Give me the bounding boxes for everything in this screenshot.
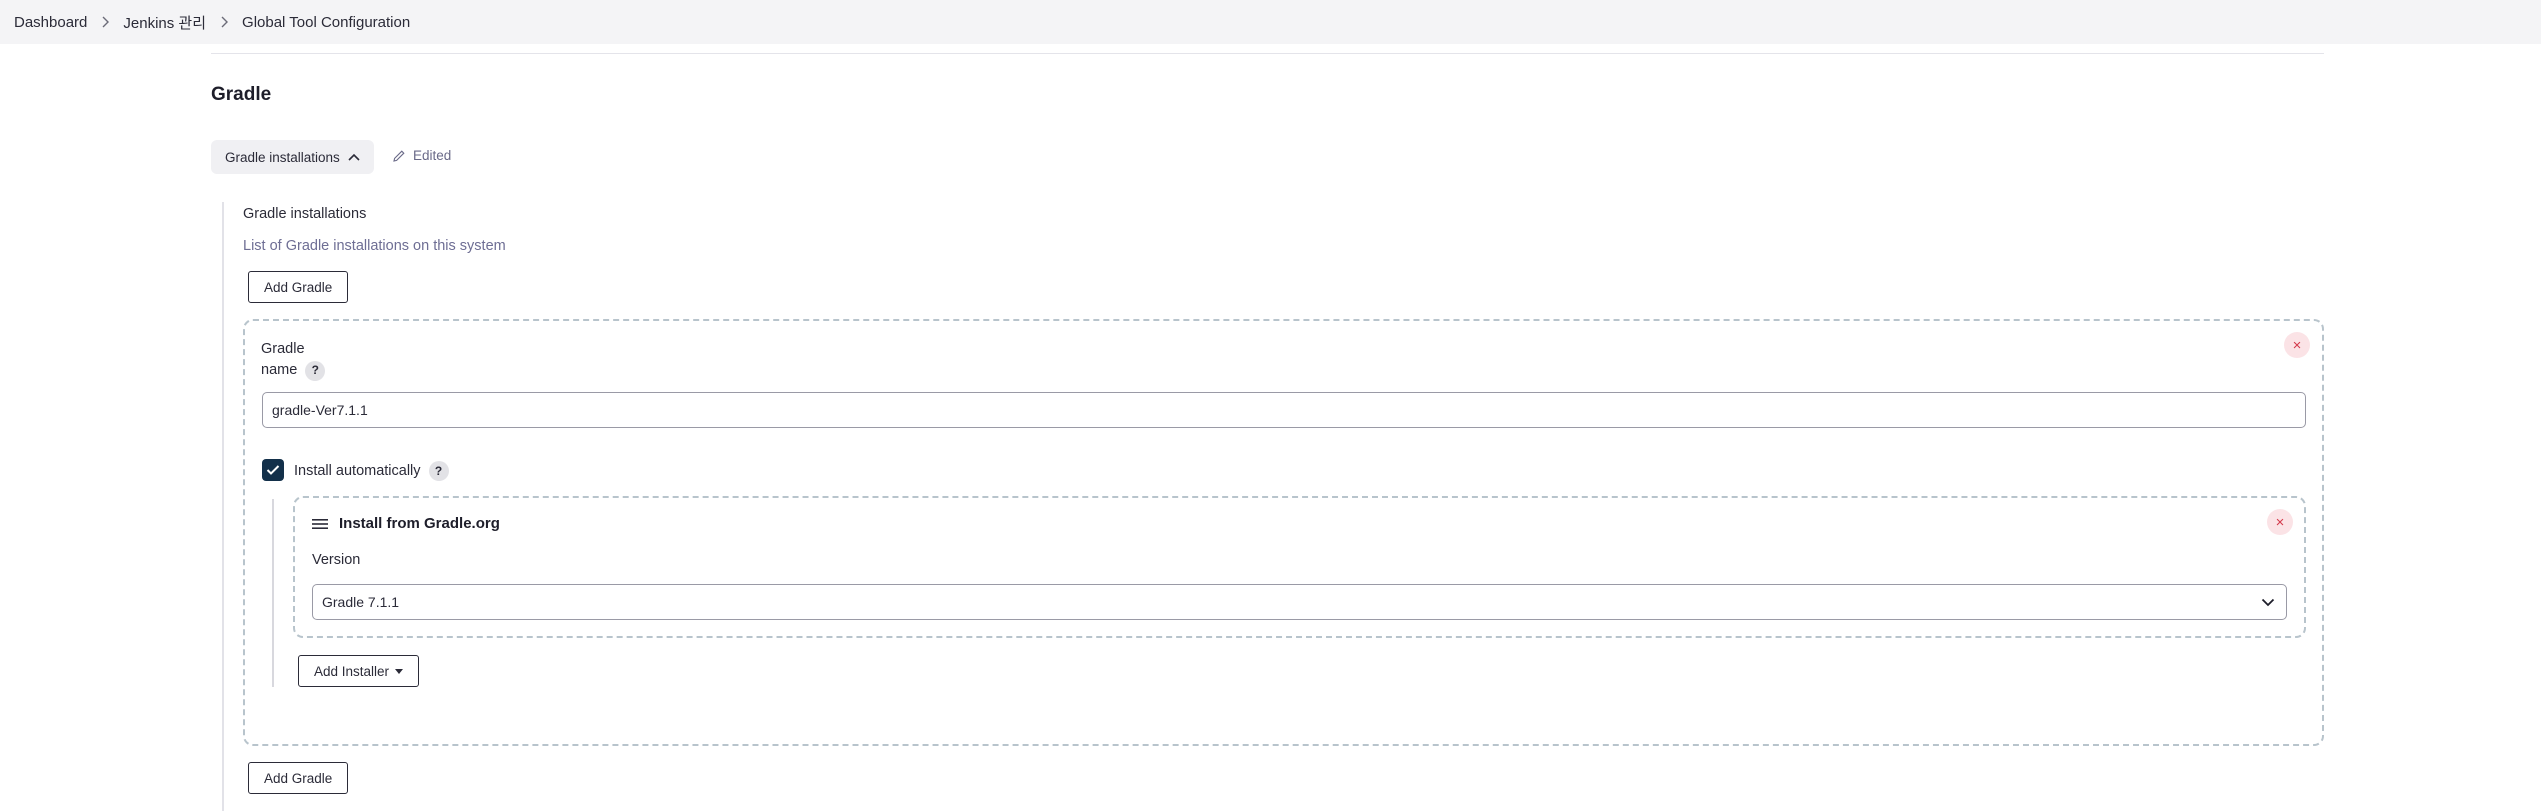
gradle-name-label-row: name ? xyxy=(261,360,326,381)
installer-title: Install from Gradle.org xyxy=(339,515,500,532)
chevron-down-icon xyxy=(2261,598,2275,606)
divider xyxy=(211,53,2324,54)
caret-down-icon xyxy=(395,668,404,674)
breadcrumb: Dashboard Jenkins 관리 Global Tool Configu… xyxy=(0,0,2541,44)
add-gradle-button[interactable]: Add Gradle xyxy=(248,271,349,303)
help-icon[interactable]: ? xyxy=(305,360,326,381)
install-automatically-label: Install automatically xyxy=(294,463,421,479)
help-icon[interactable]: ? xyxy=(428,461,449,481)
version-value: Gradle 7.1.1 xyxy=(322,594,400,610)
breadcrumb-jenkins-manage[interactable]: Jenkins 관리 xyxy=(123,12,206,33)
installations-label: Gradle installations xyxy=(243,206,367,222)
section-rail xyxy=(222,202,224,811)
edited-label: Edited xyxy=(413,148,452,163)
section-title: Gradle xyxy=(211,84,272,105)
gradle-name-label: Gradle name ? xyxy=(261,339,326,381)
breadcrumb-global-tool-config[interactable]: Global Tool Configuration xyxy=(242,14,410,31)
breadcrumb-dashboard[interactable]: Dashboard xyxy=(14,14,87,31)
add-installer-label: Add Installer xyxy=(314,663,390,679)
add-installer-button[interactable]: Add Installer xyxy=(298,655,420,687)
gradle-name-input[interactable]: gradle-Ver7.1.1 xyxy=(262,392,2306,428)
chevron-right-icon xyxy=(220,16,229,28)
pencil-icon xyxy=(393,149,405,162)
hamburger-icon[interactable] xyxy=(312,518,328,530)
version-select[interactable]: Gradle 7.1.1 xyxy=(312,584,2287,620)
gradle-name-label-line1: Gradle xyxy=(261,341,305,357)
version-label: Version xyxy=(312,552,361,568)
installer-header: Install from Gradle.org xyxy=(312,515,500,532)
installations-description: List of Gradle installations on this sys… xyxy=(243,238,506,254)
close-icon[interactable]: × xyxy=(2284,332,2310,358)
chevron-right-icon xyxy=(101,16,110,28)
gradle-installations-toggle[interactable]: Gradle installations xyxy=(211,140,374,174)
edited-indicator: Edited xyxy=(392,148,451,163)
install-automatically-row: Install automatically ? xyxy=(294,461,449,481)
installer-rail xyxy=(272,499,274,687)
chevron-up-icon xyxy=(348,153,360,161)
add-gradle-button-bottom[interactable]: Add Gradle xyxy=(248,762,349,794)
check-icon xyxy=(266,465,280,475)
gradle-name-label-line2: name xyxy=(261,362,298,378)
toggle-label: Gradle installations xyxy=(225,149,340,165)
install-automatically-checkbox[interactable] xyxy=(262,459,284,481)
close-icon[interactable]: × xyxy=(2267,509,2293,535)
